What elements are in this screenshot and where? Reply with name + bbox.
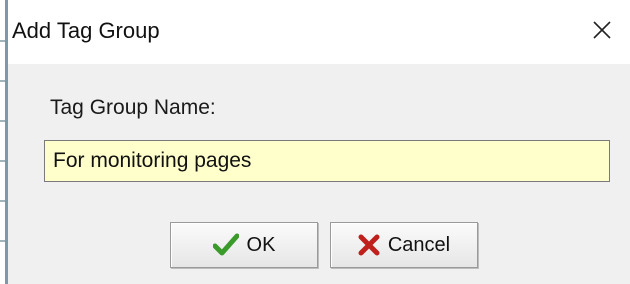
close-button[interactable] — [582, 10, 622, 50]
background-window-edge — [0, 0, 8, 284]
cancel-button-label: Cancel — [387, 233, 451, 256]
close-icon — [593, 21, 611, 39]
dialog-title: Add Tag Group — [12, 18, 160, 43]
ok-button[interactable]: OK — [170, 222, 318, 268]
checkmark-icon — [212, 233, 239, 257]
cancel-button[interactable]: Cancel — [330, 222, 478, 268]
tag-group-name-label: Tag Group Name: — [50, 96, 216, 119]
dialog-titlebar: Add Tag Group — [8, 0, 630, 64]
x-icon — [358, 234, 380, 256]
add-tag-group-dialog: Add Tag Group Tag Group Name: OK Cancel — [8, 0, 630, 284]
tag-group-name-input[interactable] — [44, 140, 610, 182]
ok-button-label: OK — [246, 233, 276, 256]
